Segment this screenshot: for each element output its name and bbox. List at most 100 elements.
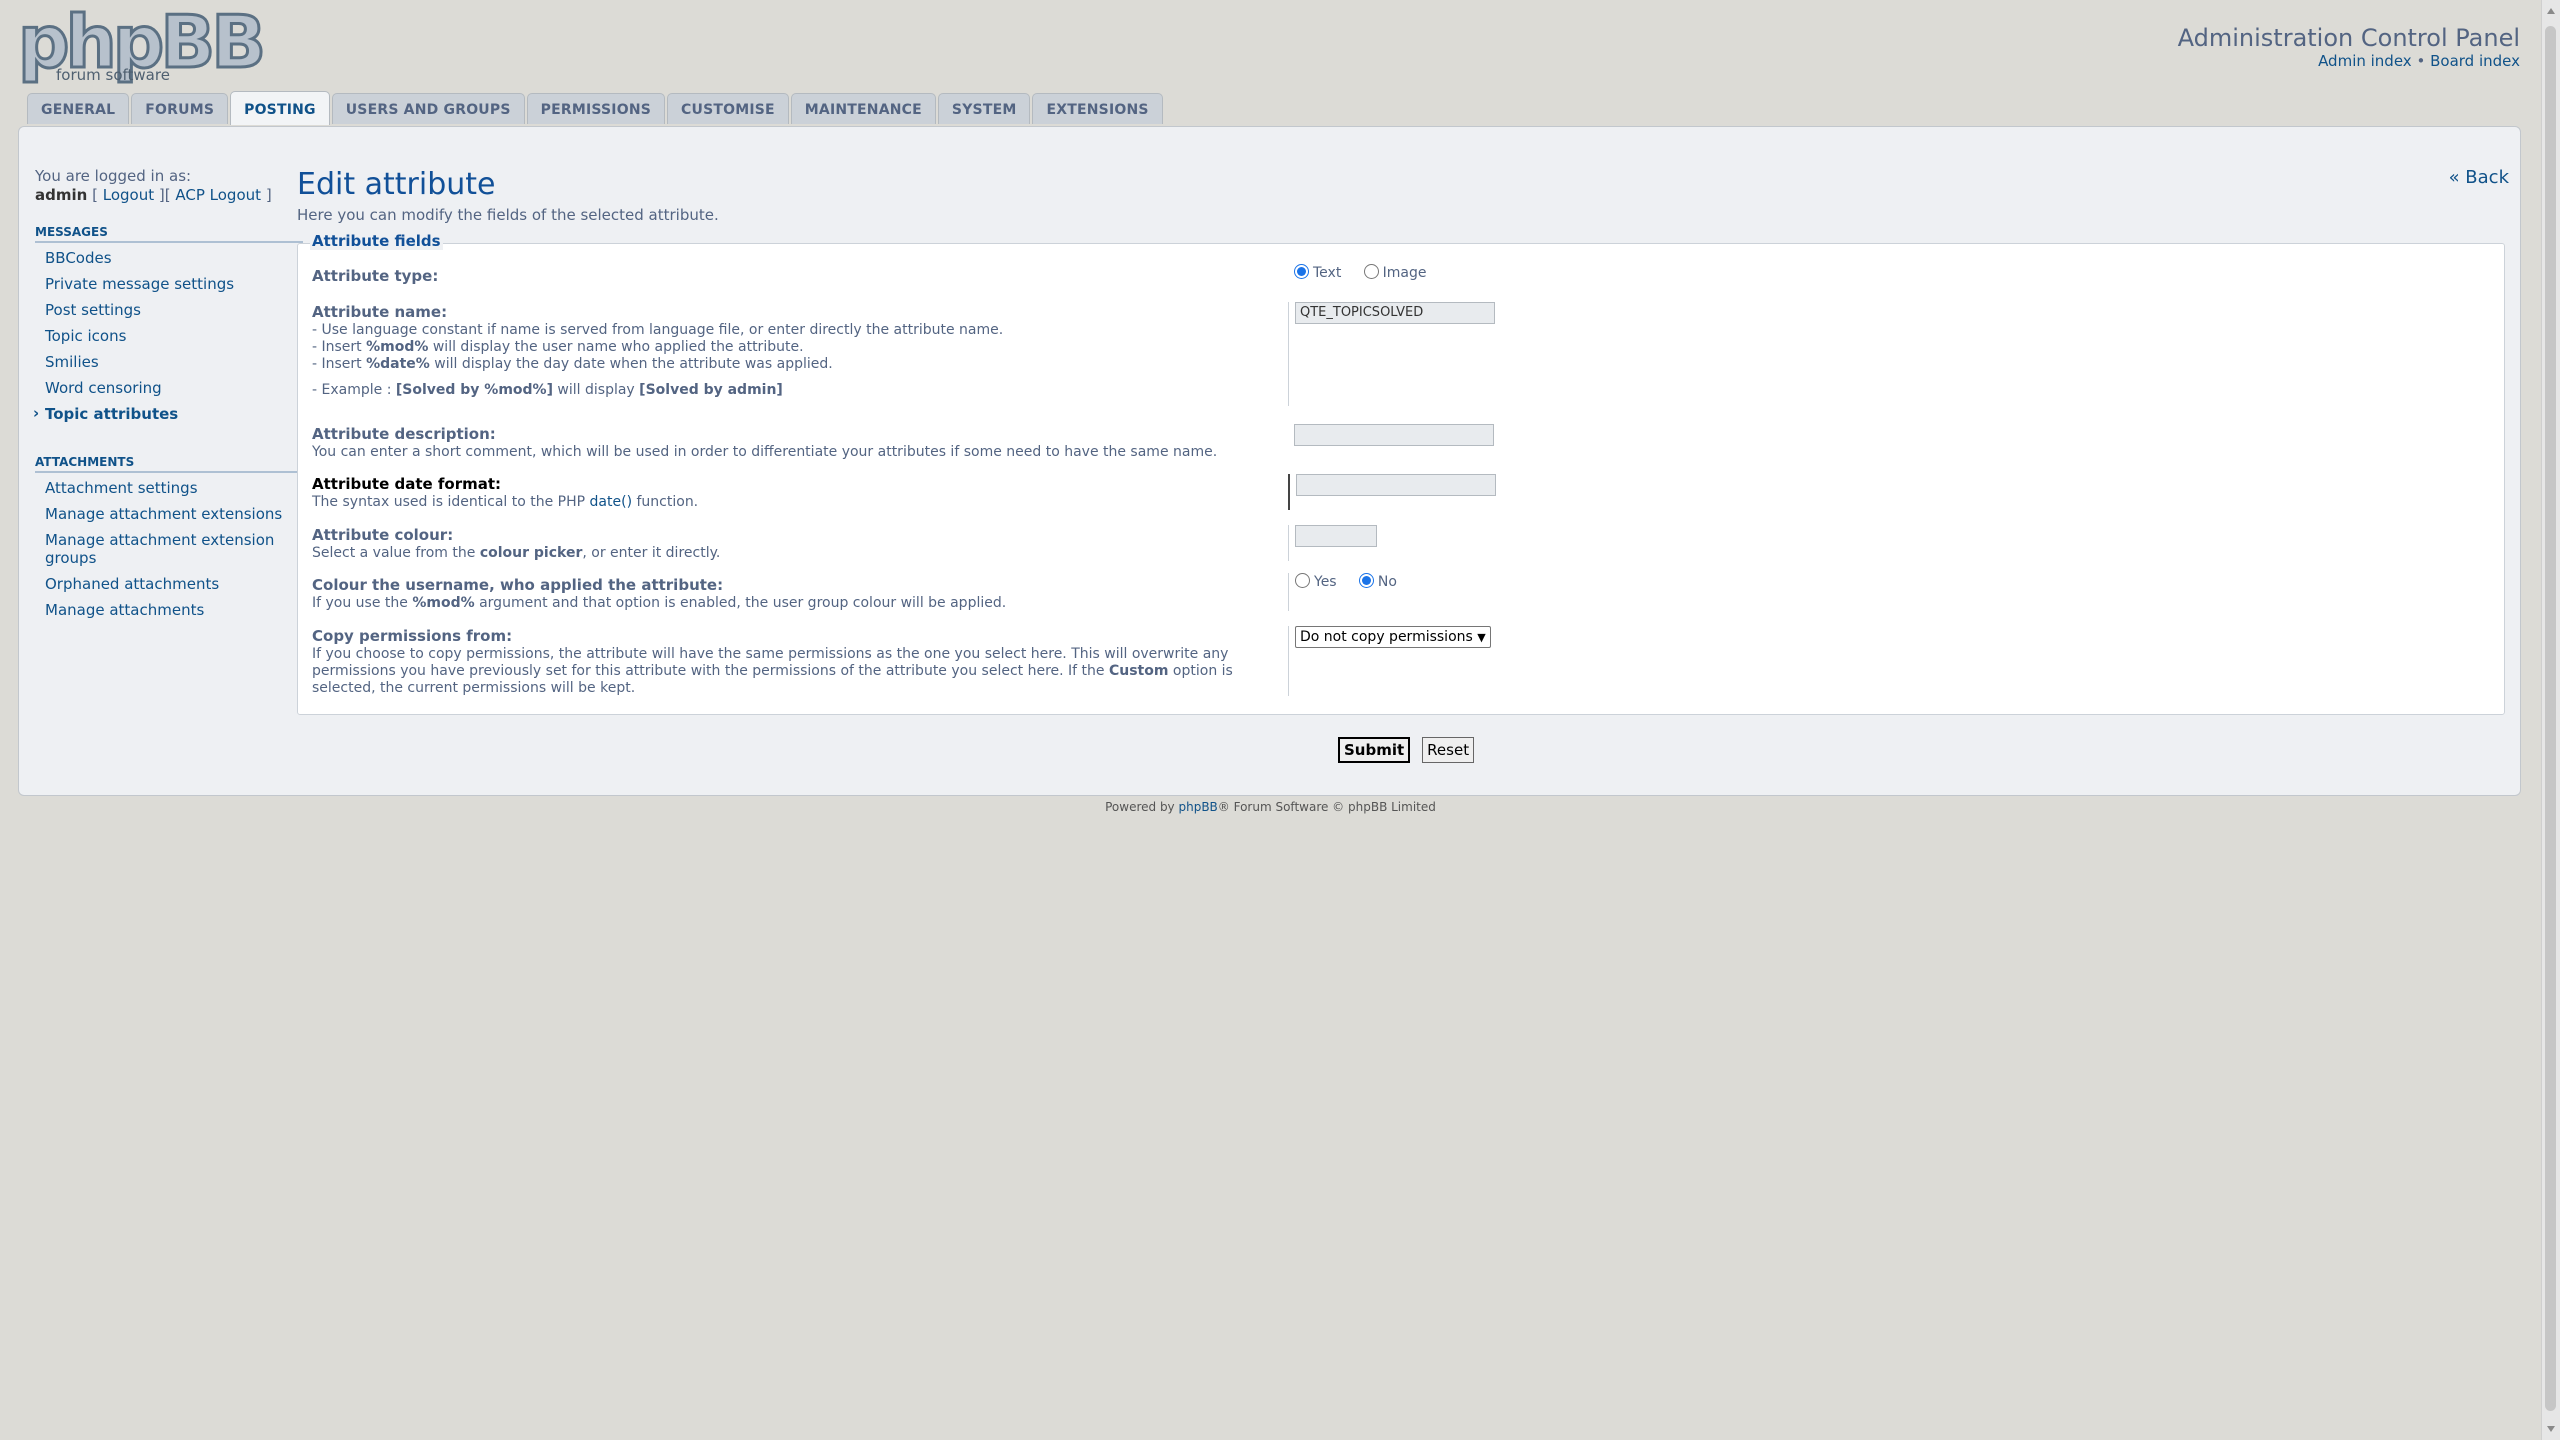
form-buttons: Submit Reset	[1338, 737, 1475, 763]
help-text: , or enter it directly.	[582, 545, 721, 561]
attribute-name-input[interactable]: QTE_TOPICSOLVED	[1295, 302, 1495, 324]
copy-permissions-select[interactable]: Do not copy permissions ▼	[1295, 626, 1491, 648]
sidebar-item-manage-attachment-extension-groups[interactable]: Manage attachment extension groups	[35, 531, 302, 567]
admin-index-link[interactable]: Admin index	[2318, 52, 2412, 70]
sidebar-item-attachment-settings[interactable]: Attachment settings	[35, 479, 302, 497]
submit-button[interactable]: Submit	[1338, 737, 1411, 763]
scroll-down-icon[interactable]	[2547, 1426, 2555, 1432]
logged-in-label: You are logged in as:	[35, 167, 192, 185]
sidebar-item-word-censoring[interactable]: Word censoring	[35, 379, 302, 397]
phpbb-logo[interactable]: phpBB forum software	[16, 5, 267, 85]
copy-permissions-help-1: If you choose to copy permissions, the a…	[312, 646, 1229, 662]
example-result: [Solved by admin]	[639, 382, 783, 398]
help-text: option is	[1168, 663, 1233, 679]
user-colour-label: Colour the username, who applied the att…	[312, 576, 724, 594]
type-text-radio[interactable]	[1294, 264, 1309, 279]
sidebar-item-topic-icons[interactable]: Topic icons	[35, 327, 302, 345]
sidebar-item-bbcodes[interactable]: BBCodes	[35, 249, 302, 267]
header-links: Admin index • Board index	[2318, 52, 2520, 70]
board-index-link[interactable]: Board index	[2430, 52, 2520, 70]
tab-maintenance[interactable]: MAINTENANCE	[790, 93, 936, 124]
attribute-date-format-label: Attribute date format:	[312, 475, 502, 493]
tab-general[interactable]: GENERAL	[27, 93, 130, 124]
fieldset-legend: Attribute fields	[310, 232, 443, 250]
attribute-name-cell: QTE_TOPICSOLVED	[1288, 302, 1495, 406]
user-colour-no-radio[interactable]	[1358, 573, 1374, 588]
sidebar-item-private-message-settings[interactable]: Private message settings	[35, 275, 302, 293]
menu-heading-attachments: ATTACHMENTS	[35, 455, 303, 473]
user-colour-yes-label: Yes	[1314, 574, 1337, 590]
sidebar-item-manage-attachments[interactable]: Manage attachments	[35, 601, 302, 619]
page-title: Edit attribute	[297, 167, 496, 202]
main-panel: You are logged in as: admin [ Logout ][ …	[18, 126, 2521, 796]
help-text: function.	[632, 494, 699, 510]
row-attribute-type: Attribute type: Text Image	[312, 264, 2502, 292]
attribute-colour-input[interactable]	[1295, 525, 1377, 547]
help-text: - Insert	[312, 339, 367, 355]
help-text: will display the user name who applied t…	[428, 339, 804, 355]
user-colour-options: Yes No	[1288, 573, 1397, 611]
login-info: You are logged in as: admin [ Logout ][ …	[35, 167, 303, 205]
logout-link[interactable]: Logout	[103, 186, 154, 204]
row-attribute-date-format: Attribute date format: The syntax used i…	[312, 474, 2502, 512]
sidebar-item-smilies[interactable]: Smilies	[35, 353, 302, 371]
php-date-link[interactable]: date()	[590, 494, 633, 510]
attribute-type-options: Text Image	[1288, 264, 1426, 292]
tab-extensions[interactable]: EXTENSIONS	[1032, 93, 1163, 124]
help-text: - Example :	[312, 382, 396, 398]
user-colour-yes-radio[interactable]	[1295, 573, 1310, 588]
menu-heading-messages: MESSAGES	[35, 225, 303, 243]
tab-permissions[interactable]: PERMISSIONS	[526, 93, 666, 124]
row-user-colour: Colour the username, who applied the att…	[312, 573, 2502, 613]
copy-permissions-help-3: selected, the current permissions will b…	[312, 680, 636, 696]
tab-posting[interactable]: POSTING	[230, 91, 330, 125]
bracket: ][	[158, 186, 171, 204]
scrollbar-thumb[interactable]	[2545, 26, 2556, 1411]
help-text: permissions you have previously set for …	[312, 663, 1109, 679]
sidebar-item-post-settings[interactable]: Post settings	[35, 301, 302, 319]
logo-subtitle: forum software	[56, 66, 170, 84]
attribute-date-format-cell	[1288, 474, 1496, 510]
back-link[interactable]: « Back	[2449, 167, 2509, 188]
help-text: If you use the	[312, 595, 413, 611]
attribute-description-label: Attribute description:	[312, 425, 496, 443]
attribute-colour-cell	[1288, 525, 1377, 561]
tab-users-and-groups[interactable]: USERS AND GROUPS	[331, 93, 525, 124]
custom-text: Custom	[1108, 663, 1169, 679]
content-area: Edit attribute Here you can modify the f…	[297, 167, 2509, 763]
help-text: will display	[552, 382, 640, 398]
type-image-radio[interactable]	[1363, 264, 1379, 279]
attribute-date-format-input[interactable]	[1296, 474, 1496, 496]
tab-customise[interactable]: CUSTOMISE	[667, 93, 789, 124]
reset-button[interactable]: Reset	[1422, 737, 1475, 763]
vertical-scrollbar[interactable]	[2541, 0, 2560, 1440]
attribute-fields-fieldset: Attribute fields Attribute type: Text Im…	[297, 232, 2505, 715]
code-mod: %mod%	[412, 595, 475, 611]
username: admin	[35, 186, 88, 204]
bracket: ]	[265, 186, 272, 204]
example-code: [Solved by %mod%]	[395, 382, 553, 398]
copy-permissions-cell: Do not copy permissions ▼	[1288, 626, 1491, 696]
sidebar: You are logged in as: admin [ Logout ][ …	[33, 167, 303, 631]
sidebar-item-manage-attachment-extensions[interactable]: Manage attachment extensions	[35, 505, 302, 523]
attribute-name-help-1: - Use language constant if name is serve…	[312, 322, 1004, 338]
tab-forums[interactable]: FORUMS	[131, 93, 229, 124]
help-text: Select a value from the	[312, 545, 480, 561]
tab-system[interactable]: SYSTEM	[937, 93, 1031, 124]
page-subtitle: Here you can modify the fields of the se…	[297, 206, 719, 224]
phpbb-link[interactable]: phpBB	[1178, 800, 1217, 814]
sidebar-item-orphaned-attachments[interactable]: Orphaned attachments	[35, 575, 302, 593]
colour-picker-text: colour picker	[479, 545, 583, 561]
sidebar-item-topic-attributes[interactable]: Topic attributes	[33, 404, 302, 423]
bracket: [	[92, 186, 98, 204]
chevron-down-icon: ▼	[1477, 631, 1486, 644]
row-attribute-colour: Attribute colour: Select a value from th…	[312, 525, 2502, 563]
attribute-description-input[interactable]	[1294, 424, 1494, 446]
acp-tabs: GENERAL FORUMS POSTING USERS AND GROUPS …	[27, 91, 1163, 125]
type-text-label: Text	[1313, 265, 1342, 281]
acp-logout-link[interactable]: ACP Logout	[175, 186, 261, 204]
scroll-up-icon[interactable]	[2547, 8, 2555, 14]
attribute-description-help: You can enter a short comment, which wil…	[312, 444, 1218, 460]
footer: Powered by phpBB® Forum Software © phpBB…	[0, 800, 2541, 814]
footer-text: Powered by	[1105, 800, 1179, 814]
